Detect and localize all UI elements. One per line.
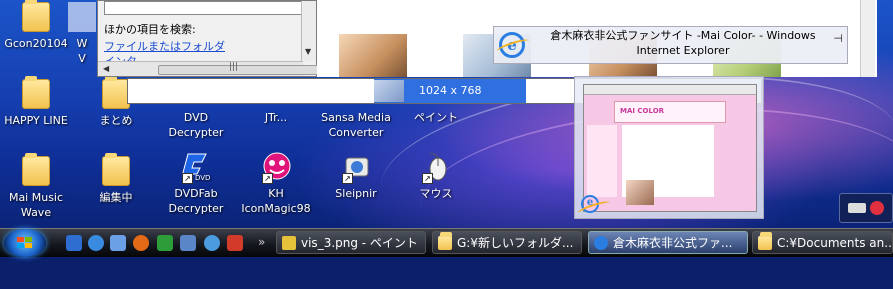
shortcut-arrow-icon: ↗	[262, 173, 273, 184]
ie-quick-launch-icon[interactable]	[88, 235, 104, 251]
sleipnir-icon: ↗	[342, 152, 370, 184]
taskbar-button-folder-g[interactable]: G:¥新しいフォルダ...	[432, 231, 582, 254]
taskbar: » vis_3.png - ペイント G:¥新しいフォルダ... 倉木麻衣非公式…	[0, 228, 893, 257]
taskbar-button-label: vis_3.png - ペイント	[301, 236, 418, 250]
site-sidebar	[587, 125, 617, 197]
folder-icon	[758, 232, 772, 250]
quick-launch-icon[interactable]	[180, 235, 196, 251]
folder-icon	[438, 232, 452, 250]
desktop-icon-jtr[interactable]: JTr...	[234, 110, 318, 125]
site-photo	[626, 180, 654, 205]
mouse-icon: ↗	[422, 152, 450, 184]
folder-icon	[102, 76, 130, 109]
desktop-icon-henshuchu[interactable]: 編集中	[74, 153, 158, 205]
paint-icon	[282, 236, 296, 250]
desktop-icon-label: ペイント	[414, 111, 458, 124]
scroll-left-icon[interactable]: ◀	[103, 64, 109, 73]
taskbar-button-label: C:¥Documents an...	[777, 236, 893, 250]
files-folders-link[interactable]: ファイルまたはフォルダ	[104, 38, 225, 54]
webpage-preview: MAI COLOR	[583, 84, 757, 212]
desktop-icon-label: DVD Decrypter	[168, 111, 224, 139]
taskbar-thumbnail-tooltip: e 倉木麻衣非公式ファンサイト -Mai Color- - Windows In…	[493, 26, 848, 64]
desktop-icon-w[interactable]: WV	[62, 2, 102, 66]
firefox-icon[interactable]	[133, 235, 149, 251]
quick-launch-overflow-icon[interactable]: »	[258, 235, 265, 249]
desktop-icon-paint[interactable]: ペイント	[394, 110, 478, 125]
desktop-icon-kh-iconmagic[interactable]: ↗ KH IconMagic98	[234, 152, 318, 216]
file-icon	[68, 2, 96, 32]
ime-icon[interactable]	[870, 201, 884, 215]
quick-launch-icon[interactable]	[227, 235, 243, 251]
folder-icon	[102, 153, 130, 186]
desktop-icon-label: WV	[76, 37, 88, 65]
scroll-down-icon[interactable]: ▼	[305, 47, 311, 56]
taskbar-button-label: 倉木麻衣非公式ファ...	[613, 236, 733, 250]
desktop-icon-label: JTr...	[264, 111, 288, 124]
tooltip-title: 倉木麻衣非公式ファンサイト -Mai Color- - Windows Inte…	[550, 29, 816, 57]
desktop-icon-label: Mai Music Wave	[8, 191, 64, 219]
site-logo: MAI COLOR	[620, 107, 665, 115]
image-mini-thumbnail	[374, 80, 404, 102]
pin-icon[interactable]: ⊣	[833, 32, 843, 45]
keyboard-icon[interactable]	[848, 203, 866, 213]
desktop-icon-mai-music-wave[interactable]: Mai Music Wave	[0, 153, 78, 220]
horizontal-scrollbar[interactable]: ◀ |||	[98, 61, 320, 76]
search-input[interactable]	[104, 1, 302, 15]
window-preview[interactable]: MAI COLOR e	[574, 76, 764, 219]
taskbar-button-paint[interactable]: vis_3.png - ペイント	[276, 231, 426, 254]
internet-link[interactable]: インターネット	[104, 53, 144, 61]
svg-text:DVD: DVD	[195, 174, 210, 182]
quick-launch-icon[interactable]	[157, 235, 173, 251]
desktop-icon-dvdfab[interactable]: DVD ↗ DVDFab Decrypter	[154, 152, 238, 216]
grip-icon: |||	[229, 62, 239, 72]
vertical-scrollbar[interactable]: ▼	[301, 1, 316, 61]
ie-icon	[594, 236, 608, 250]
desktop-icon-label: Sansa Media Converter	[321, 111, 391, 139]
desktop-icon-label: DVDFab Decrypter	[168, 187, 224, 215]
image-resolution: 1024 x 768	[419, 84, 482, 97]
gallery-scrollbar[interactable]	[860, 0, 875, 77]
windows-logo-icon	[17, 237, 33, 249]
quick-launch-icon[interactable]	[204, 235, 220, 251]
shortcut-arrow-icon: ↗	[182, 173, 193, 184]
quick-launch-icon[interactable]	[110, 235, 126, 251]
explorer-window[interactable]: ほかの項目を検索: ファイルまたはフォルダ インターネット ▼ ◀ |||	[97, 0, 320, 77]
internet-explorer-icon: e	[499, 32, 525, 58]
desktop-icon-sansa[interactable]: Sansa Media Converter	[314, 110, 398, 140]
desktop-icon-label: マウス	[419, 187, 453, 200]
desktop: Gcon20104 WV HAPPY LINE まとめ DVD Decrypter…	[0, 0, 893, 289]
desktop-icon-label: HAPPY LINE	[4, 114, 68, 127]
desktop-icon-label: 編集中	[99, 191, 133, 204]
taskbar-button-label: G:¥新しいフォルダ...	[457, 236, 574, 250]
desktop-icon-happy-line[interactable]: HAPPY LINE	[0, 76, 78, 128]
desktop-icon-sleipnir[interactable]: ↗ Sleipnir	[314, 152, 398, 201]
folder-icon	[22, 0, 50, 32]
dvdfab-icon: DVD ↗	[180, 152, 210, 184]
browser-toolbar	[584, 85, 756, 95]
desktop-icon-label: Sleipnir	[335, 187, 377, 200]
start-button[interactable]	[4, 229, 46, 257]
gallery-thumbnail[interactable]	[339, 34, 407, 77]
internet-explorer-icon: e	[581, 195, 599, 213]
desktop-icon-dvd-decrypter[interactable]: DVD Decrypter	[154, 110, 238, 140]
folder-icon	[22, 153, 50, 186]
desktop-icon-label: KH IconMagic98	[241, 187, 311, 215]
shortcut-arrow-icon: ↗	[342, 173, 353, 184]
shortcut-arrow-icon: ↗	[422, 173, 433, 184]
folder-icon	[22, 76, 50, 109]
taskbar-button-ie[interactable]: 倉木麻衣非公式ファ...	[588, 231, 748, 254]
quick-launch-icon[interactable]	[66, 235, 82, 251]
desktop-icon-mouse[interactable]: ↗ マウス	[394, 152, 478, 201]
language-bar[interactable]	[839, 193, 893, 223]
desktop-icon-label: まとめ	[99, 114, 133, 127]
search-label: ほかの項目を検索:	[104, 23, 196, 36]
scroll-thumb[interactable]: |||	[158, 62, 320, 75]
taskbar-button-folder-c[interactable]: C:¥Documents an...	[752, 231, 893, 254]
iconmagic-icon: ↗	[262, 152, 291, 184]
